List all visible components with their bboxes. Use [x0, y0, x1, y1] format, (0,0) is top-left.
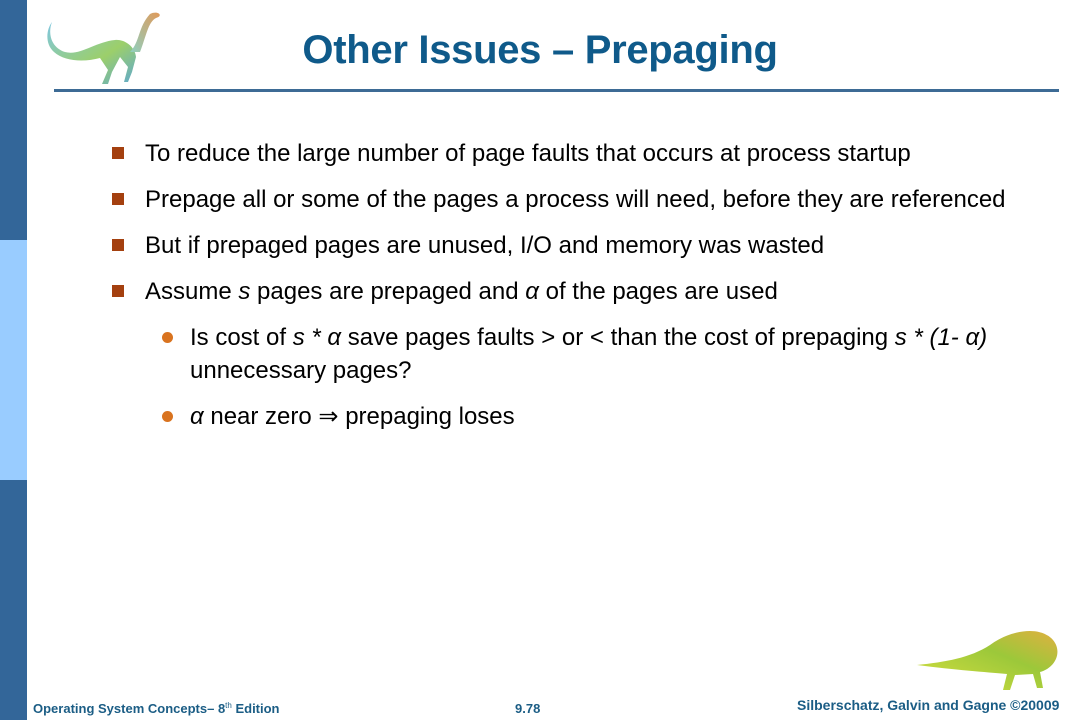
copyright: Silberschatz, Galvin and Gagne ©20009	[797, 697, 1060, 713]
slide-content: To reduce the large number of page fault…	[112, 137, 1052, 446]
round-bullet-icon	[162, 332, 173, 343]
bullet-text-part: pages are prepaged and	[250, 278, 526, 305]
page-number: 9.78	[515, 701, 541, 716]
expression-s-alpha: s * α	[292, 324, 342, 351]
footer-book-title: Operating System Concepts– 8th Edition	[33, 701, 280, 716]
footer-edition-sup: th	[225, 701, 232, 710]
dinosaur-logo-icon	[917, 630, 1058, 690]
footer-edition-word: Edition	[231, 701, 280, 716]
bullet-text-part: of the pages are used	[538, 278, 778, 305]
square-bullet-icon	[112, 239, 124, 251]
title-divider	[54, 89, 1059, 92]
bullet-text-part: Assume	[145, 278, 239, 305]
footer-book-title-text: Operating System Concepts– 8	[33, 701, 226, 716]
bullet-item: But if prepaged pages are unused, I/O an…	[112, 229, 1052, 262]
square-bullet-icon	[112, 193, 124, 205]
sub-bullet-item: α near zero ⇒ prepaging loses	[112, 400, 1052, 433]
sub-bullet-item: Is cost of s * α save pages faults > or …	[112, 321, 1052, 387]
bullet-text: But if prepaged pages are unused, I/O an…	[145, 232, 825, 259]
square-bullet-icon	[112, 147, 124, 159]
sub-bullet-text-part: unnecessary pages?	[190, 357, 412, 384]
variable-alpha: α	[525, 278, 539, 305]
sub-bullet-text-part: Is cost of	[190, 324, 293, 351]
variable-s: s	[238, 278, 251, 305]
round-bullet-icon	[162, 411, 173, 422]
sidebar-highlight	[0, 240, 27, 480]
page-title: Other Issues – Prepaging	[302, 28, 778, 72]
bullet-text: To reduce the large number of page fault…	[145, 140, 911, 167]
bullet-item: Assume s pages are prepaged and α of the…	[112, 275, 1052, 308]
square-bullet-icon	[112, 285, 124, 297]
bullet-item: Prepage all or some of the pages a proce…	[112, 183, 1052, 216]
variable-alpha: α	[190, 403, 204, 430]
bullet-text: Prepage all or some of the pages a proce…	[145, 186, 1006, 213]
sub-bullet-text-part: near zero ⇒ prepaging loses	[203, 403, 515, 430]
sub-bullet-text-part: save pages faults > or < than the cost o…	[341, 324, 895, 351]
bullet-item: To reduce the large number of page fault…	[112, 137, 1052, 170]
expression-s-one-minus-alpha: s * (1- α)	[894, 324, 988, 351]
